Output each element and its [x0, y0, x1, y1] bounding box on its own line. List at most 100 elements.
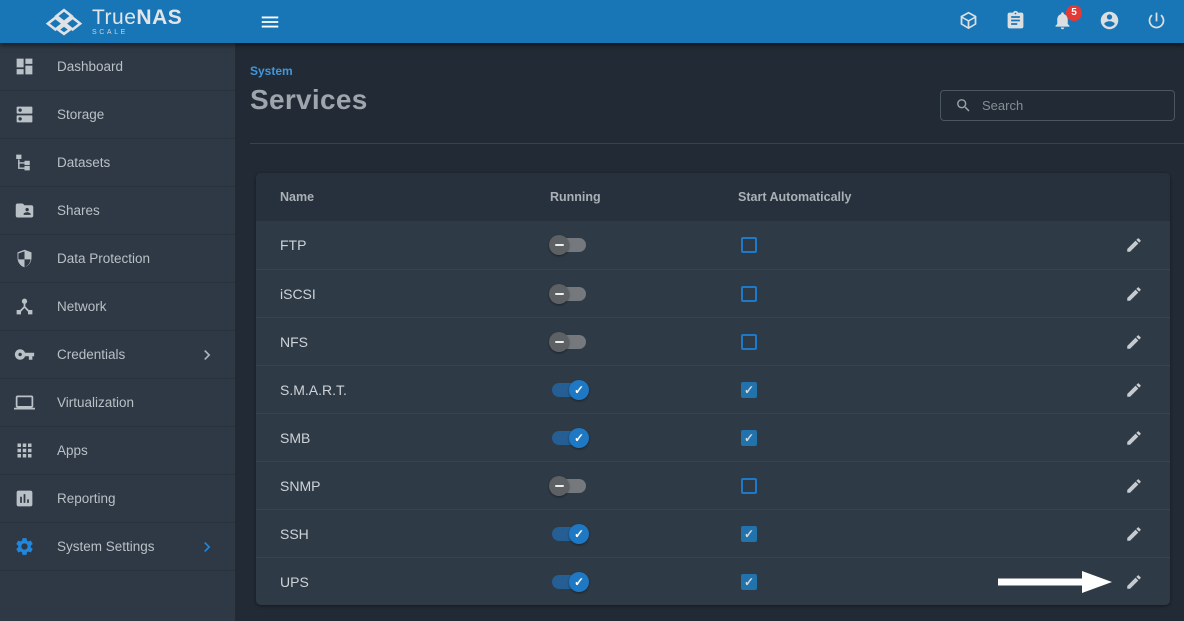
smb-start-auto-checkbox[interactable]: ✓	[741, 430, 757, 446]
alerts-button[interactable]: 5	[1051, 11, 1073, 33]
app-window: TrueNAS SCALE 5 Dashboard Storage Datasets…	[0, 0, 1184, 621]
snmp-start-auto-checkbox[interactable]	[741, 478, 757, 494]
sidebar-item-label: Virtualization	[57, 395, 134, 410]
nfs-running-toggle[interactable]	[552, 335, 586, 349]
ssh-running-toggle[interactable]: ✓	[552, 527, 586, 541]
table-body: FTPiSCSINFSS.M.A.R.T.✓✓SMB✓✓SNMPSSH✓✓UPS…	[256, 221, 1170, 605]
sidebar-item-network[interactable]: Network	[0, 283, 235, 331]
sidebar-item-label: Network	[57, 299, 107, 314]
sidebar-item-label: Reporting	[57, 491, 116, 506]
toggle-check-icon: ✓	[569, 572, 589, 592]
sidebar-item-shares[interactable]: Shares	[0, 187, 235, 235]
truecommand-button[interactable]	[957, 11, 979, 33]
account-icon	[1099, 10, 1120, 34]
iscsi-start-auto-checkbox[interactable]	[741, 286, 757, 302]
logo-edition: SCALE	[92, 29, 182, 36]
dashboard-icon	[14, 56, 35, 77]
service-row-ftp: FTP	[256, 221, 1170, 269]
main-content: System Services NameRunningStart Automat…	[235, 43, 1184, 621]
s-m-a-r-t-start-auto-checkbox[interactable]: ✓	[741, 382, 757, 398]
sidebar-item-label: Datasets	[57, 155, 110, 170]
sidebar-item-label: Credentials	[57, 347, 125, 362]
edit-icon	[1125, 573, 1143, 591]
chevron-right-icon	[197, 537, 217, 557]
smb-edit-button[interactable]	[1122, 426, 1146, 450]
laptop-icon	[14, 392, 35, 413]
ssh-edit-button[interactable]	[1122, 522, 1146, 546]
menu-button[interactable]	[258, 10, 282, 34]
truecommand-icon	[958, 10, 979, 34]
s-m-a-r-t-running-toggle[interactable]: ✓	[552, 383, 586, 397]
service-row-ssh: SSH✓✓	[256, 509, 1170, 557]
network-icon	[14, 296, 35, 317]
sidebar-item-reporting[interactable]: Reporting	[0, 475, 235, 523]
sidebar-item-datasets[interactable]: Datasets	[0, 139, 235, 187]
ftp-running-toggle[interactable]	[552, 238, 586, 252]
power-button[interactable]	[1145, 11, 1167, 33]
search-input[interactable]	[982, 98, 1166, 113]
search-icon	[955, 97, 972, 114]
iscsi-running-toggle[interactable]	[552, 287, 586, 301]
service-row-smb: SMB✓✓	[256, 413, 1170, 461]
key-icon	[14, 344, 35, 365]
toggle-dash-icon	[549, 235, 569, 255]
service-name: S.M.A.R.T.	[280, 382, 550, 398]
logo-text: TrueNAS SCALE	[92, 7, 182, 36]
column-header-running: Running	[550, 190, 738, 204]
nfs-edit-button[interactable]	[1122, 330, 1146, 354]
iscsi-edit-button[interactable]	[1122, 282, 1146, 306]
sidebar-item-credentials[interactable]: Credentials	[0, 331, 235, 379]
ups-start-auto-checkbox[interactable]: ✓	[741, 574, 757, 590]
edit-icon	[1125, 429, 1143, 447]
service-name: iSCSI	[280, 286, 550, 302]
service-row-nfs: NFS	[256, 317, 1170, 365]
sidebar-item-storage[interactable]: Storage	[0, 91, 235, 139]
breadcrumb[interactable]: System	[250, 64, 293, 78]
ssh-start-auto-checkbox[interactable]: ✓	[741, 526, 757, 542]
table-header-row: NameRunningStart Automatically	[256, 173, 1170, 221]
truenas-logo-icon	[44, 8, 84, 36]
toggle-check-icon: ✓	[569, 428, 589, 448]
assignment-icon	[1005, 10, 1026, 34]
services-table: NameRunningStart Automatically FTP iSCSI N…	[256, 173, 1170, 605]
search-box	[940, 90, 1175, 121]
sidebar-item-virtualization[interactable]: Virtualization	[0, 379, 235, 427]
hamburger-icon	[259, 11, 281, 33]
snmp-running-toggle[interactable]	[552, 479, 586, 493]
ups-edit-button[interactable]	[1122, 570, 1146, 594]
ftp-edit-button[interactable]	[1122, 233, 1146, 257]
smb-running-toggle[interactable]: ✓	[552, 431, 586, 445]
snmp-edit-button[interactable]	[1122, 474, 1146, 498]
ftp-start-auto-checkbox[interactable]	[741, 237, 757, 253]
logo-bold: NAS	[136, 6, 182, 29]
s-m-a-r-t-edit-button[interactable]	[1122, 378, 1146, 402]
notification-badge: 5	[1066, 5, 1082, 21]
toggle-dash-icon	[549, 284, 569, 304]
account-button[interactable]	[1098, 11, 1120, 33]
chevron-right-icon	[197, 345, 217, 365]
logo-primary: True	[92, 6, 136, 29]
header-divider	[250, 143, 1184, 144]
storage-icon	[14, 104, 35, 125]
sidebar-item-dashboard[interactable]: Dashboard	[0, 43, 235, 91]
ups-running-toggle[interactable]: ✓	[552, 575, 586, 589]
service-row-ups: UPS ✓ ✓	[256, 557, 1170, 605]
service-name: FTP	[280, 237, 550, 253]
service-name: UPS	[280, 574, 550, 590]
truenas-logo[interactable]: TrueNAS SCALE	[0, 0, 235, 43]
sidebar-item-system-settings[interactable]: System Settings	[0, 523, 235, 571]
toggle-check-icon: ✓	[569, 380, 589, 400]
topbar: TrueNAS SCALE 5	[0, 0, 1184, 43]
sidebar-item-data-protection[interactable]: Data Protection	[0, 235, 235, 283]
sidebar-item-apps[interactable]: Apps	[0, 427, 235, 475]
apps-icon	[14, 440, 35, 461]
jobs-button[interactable]	[1004, 11, 1026, 33]
edit-icon	[1125, 285, 1143, 303]
sidebar-item-label: Storage	[57, 107, 104, 122]
gear-icon	[14, 536, 35, 557]
sidebar: Dashboard Storage Datasets SharesData Prote…	[0, 43, 235, 621]
sidebar-item-label: Apps	[57, 443, 88, 458]
nfs-start-auto-checkbox[interactable]	[741, 334, 757, 350]
datasets-icon	[14, 152, 35, 173]
service-row-iscsi: iSCSI	[256, 269, 1170, 317]
